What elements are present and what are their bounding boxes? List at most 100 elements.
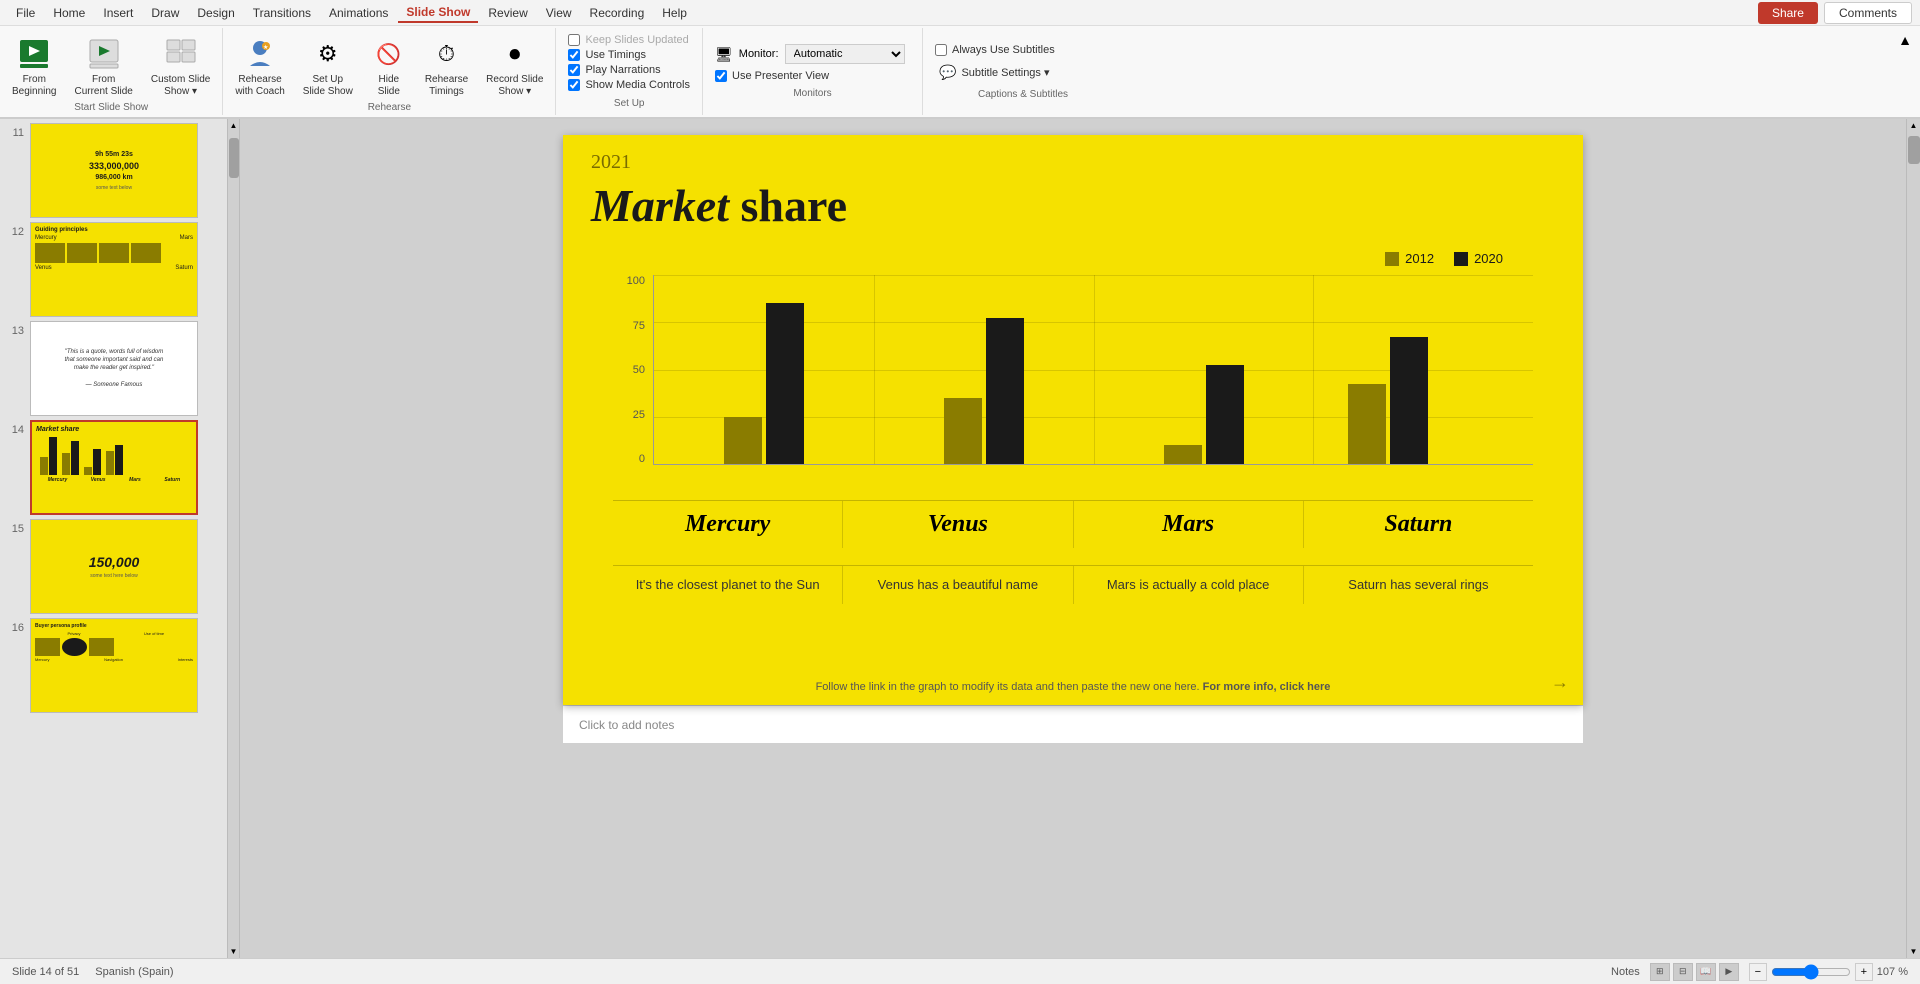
menu-draw[interactable]: Draw [143, 4, 187, 22]
list-item[interactable]: 12 Guiding principles MercuryMars VenusS… [6, 222, 221, 317]
from-beginning-button[interactable]: FromBeginning [4, 32, 64, 102]
svg-text:★: ★ [263, 44, 268, 51]
zoom-control: − + 107 % [1749, 963, 1908, 981]
menu-animations[interactable]: Animations [321, 4, 396, 22]
notes-area[interactable]: Click to add notes [563, 705, 1583, 743]
from-current-slide-button[interactable]: FromCurrent Slide [66, 32, 140, 102]
presenter-view-check[interactable]: Use Presenter View [715, 70, 910, 82]
ribbon-collapse-button[interactable]: ▲ [1890, 28, 1920, 52]
mars-name: Mars [1074, 501, 1304, 548]
record-slide-show-button[interactable]: ⏺ Record SlideShow ▾ [478, 32, 551, 102]
presenter-view-checkbox[interactable] [715, 70, 727, 82]
notes-placeholder[interactable]: Click to add notes [579, 718, 674, 732]
menu-review[interactable]: Review [480, 4, 535, 22]
mercury-bar-2020 [766, 303, 804, 464]
venus-bar-2020 [986, 318, 1024, 464]
mercury-desc: It's the closest planet to the Sun [613, 566, 843, 604]
from-current-label: FromCurrent Slide [74, 74, 132, 98]
hide-slide-button[interactable]: 🚫 HideSlide [363, 32, 415, 102]
scroll-thumb[interactable] [1908, 136, 1920, 164]
slide-count: Slide 14 of 51 [12, 966, 79, 978]
use-timings-checkbox[interactable] [568, 49, 580, 61]
zoom-slider[interactable] [1771, 965, 1851, 979]
notes-button[interactable]: Notes [1611, 966, 1640, 978]
play-narrations-check[interactable]: Play Narrations [568, 64, 690, 76]
custom-slideshow-icon [163, 36, 199, 72]
venus-name: Venus [843, 501, 1073, 548]
footer-link[interactable]: For more info, click here [1203, 681, 1331, 693]
scrollbar-thumb[interactable] [229, 138, 239, 178]
zoom-out-button[interactable]: − [1749, 963, 1767, 981]
saturn-bar-2020 [1390, 337, 1428, 464]
menu-recording[interactable]: Recording [582, 4, 653, 22]
share-button[interactable]: Share [1758, 2, 1818, 24]
hide-slide-icon: 🚫 [371, 36, 407, 72]
zoom-in-button[interactable]: + [1855, 963, 1873, 981]
slide-panel-scrollbar[interactable]: ▲ ▼ [228, 119, 240, 958]
set-up-slide-show-button[interactable]: ⚙ Set UpSlide Show [295, 32, 361, 102]
presenter-view-status-button[interactable]: ▶ [1719, 963, 1739, 981]
list-item[interactable]: 15 150,000 some text here below [6, 519, 221, 614]
list-item[interactable]: 11 9h 55m 23s333,000,000986,000 km some … [6, 123, 221, 218]
slide-sorter-button[interactable]: ⊟ [1673, 963, 1693, 981]
list-item[interactable]: 13 "This is a quote, words full of wisdo… [6, 321, 221, 416]
record-icon: ⏺ [497, 36, 533, 72]
menu-insert[interactable]: Insert [95, 4, 141, 22]
right-scrollbar[interactable]: ▲ ▼ [1906, 119, 1920, 958]
use-timings-check[interactable]: Use Timings [568, 49, 690, 61]
show-media-controls-check[interactable]: Show Media Controls [568, 79, 690, 91]
menu-transitions[interactable]: Transitions [245, 4, 319, 22]
keep-slides-updated-checkbox[interactable] [568, 34, 580, 46]
slide-footer: Follow the link in the graph to modify i… [563, 681, 1583, 693]
list-item[interactable]: 14 Market share MercuryVenusMarsSaturn [6, 420, 221, 515]
ribbon: FromBeginning FromCurrent Slide Custom S… [0, 26, 1920, 119]
scroll-up-arrow[interactable]: ▲ [1910, 121, 1918, 130]
slide-view-area: 2021 Market share 2012 2020 [240, 119, 1906, 958]
slide-number: 14 [6, 424, 24, 436]
ribbon-group-captions: Always Use Subtitles 💬 Subtitle Settings… [923, 28, 1123, 115]
mercury-bar-2012 [724, 417, 762, 464]
hide-slide-label: HideSlide [378, 74, 400, 98]
menu-file[interactable]: File [8, 4, 43, 22]
zoom-level: 107 % [1877, 966, 1908, 978]
monitor-select[interactable]: Automatic [785, 44, 905, 64]
language-status: Spanish (Spain) [95, 966, 173, 978]
play-narrations-checkbox[interactable] [568, 64, 580, 76]
menu-design[interactable]: Design [189, 4, 242, 22]
scroll-down-arrow[interactable]: ▼ [1910, 947, 1918, 956]
menu-home[interactable]: Home [45, 4, 93, 22]
saturn-name: Saturn [1304, 501, 1533, 548]
keep-slides-updated-check[interactable]: Keep Slides Updated [568, 34, 690, 46]
ribbon-group-setup: Keep Slides Updated Use Timings Play Nar… [556, 28, 703, 115]
play-from-current-icon [86, 36, 122, 72]
normal-view-button[interactable]: ⊞ [1650, 963, 1670, 981]
setup-group-title: Set Up [568, 98, 690, 109]
setup-label: Set UpSlide Show [303, 74, 353, 98]
main-slide[interactable]: 2021 Market share 2012 2020 [563, 135, 1583, 705]
rehearse-with-coach-button[interactable]: ★ Rehearsewith Coach [227, 32, 292, 102]
slide-panel: 11 9h 55m 23s333,000,000986,000 km some … [0, 119, 228, 958]
slide-year: 2021 [591, 151, 631, 174]
rehearse-timings-button[interactable]: ⏱ RehearseTimings [417, 32, 476, 102]
timings-icon: ⏱ [428, 36, 464, 72]
slide-number: 15 [6, 523, 24, 535]
slide-thumbnail: 9h 55m 23s333,000,000986,000 km some tex… [30, 123, 198, 218]
menu-slideshow[interactable]: Slide Show [398, 3, 478, 23]
coach-icon: ★ [242, 36, 278, 72]
reading-view-button[interactable]: 📖 [1696, 963, 1716, 981]
monitor-icon: 🖥 [715, 46, 733, 63]
monitors-group-title: Monitors [715, 88, 910, 99]
subtitle-settings-button[interactable]: 💬 Subtitle Settings ▾ [935, 62, 1111, 83]
mercury-name: Mercury [613, 501, 843, 548]
view-buttons: ⊞ ⊟ 📖 ▶ [1650, 963, 1739, 981]
subtitle-settings-icon: 💬 [939, 64, 956, 81]
always-use-subtitles-check[interactable]: Always Use Subtitles [935, 44, 1111, 56]
always-use-subtitles-checkbox[interactable] [935, 44, 947, 56]
ribbon-group-start-slideshow: FromBeginning FromCurrent Slide Custom S… [0, 28, 223, 115]
list-item[interactable]: 16 Buyer persona profile Privacy Use of … [6, 618, 221, 713]
show-media-controls-checkbox[interactable] [568, 79, 580, 91]
custom-slide-show-button[interactable]: Custom SlideShow ▾ [143, 32, 218, 102]
menu-help[interactable]: Help [654, 4, 695, 22]
comments-button[interactable]: Comments [1824, 2, 1912, 24]
menu-view[interactable]: View [538, 4, 580, 22]
